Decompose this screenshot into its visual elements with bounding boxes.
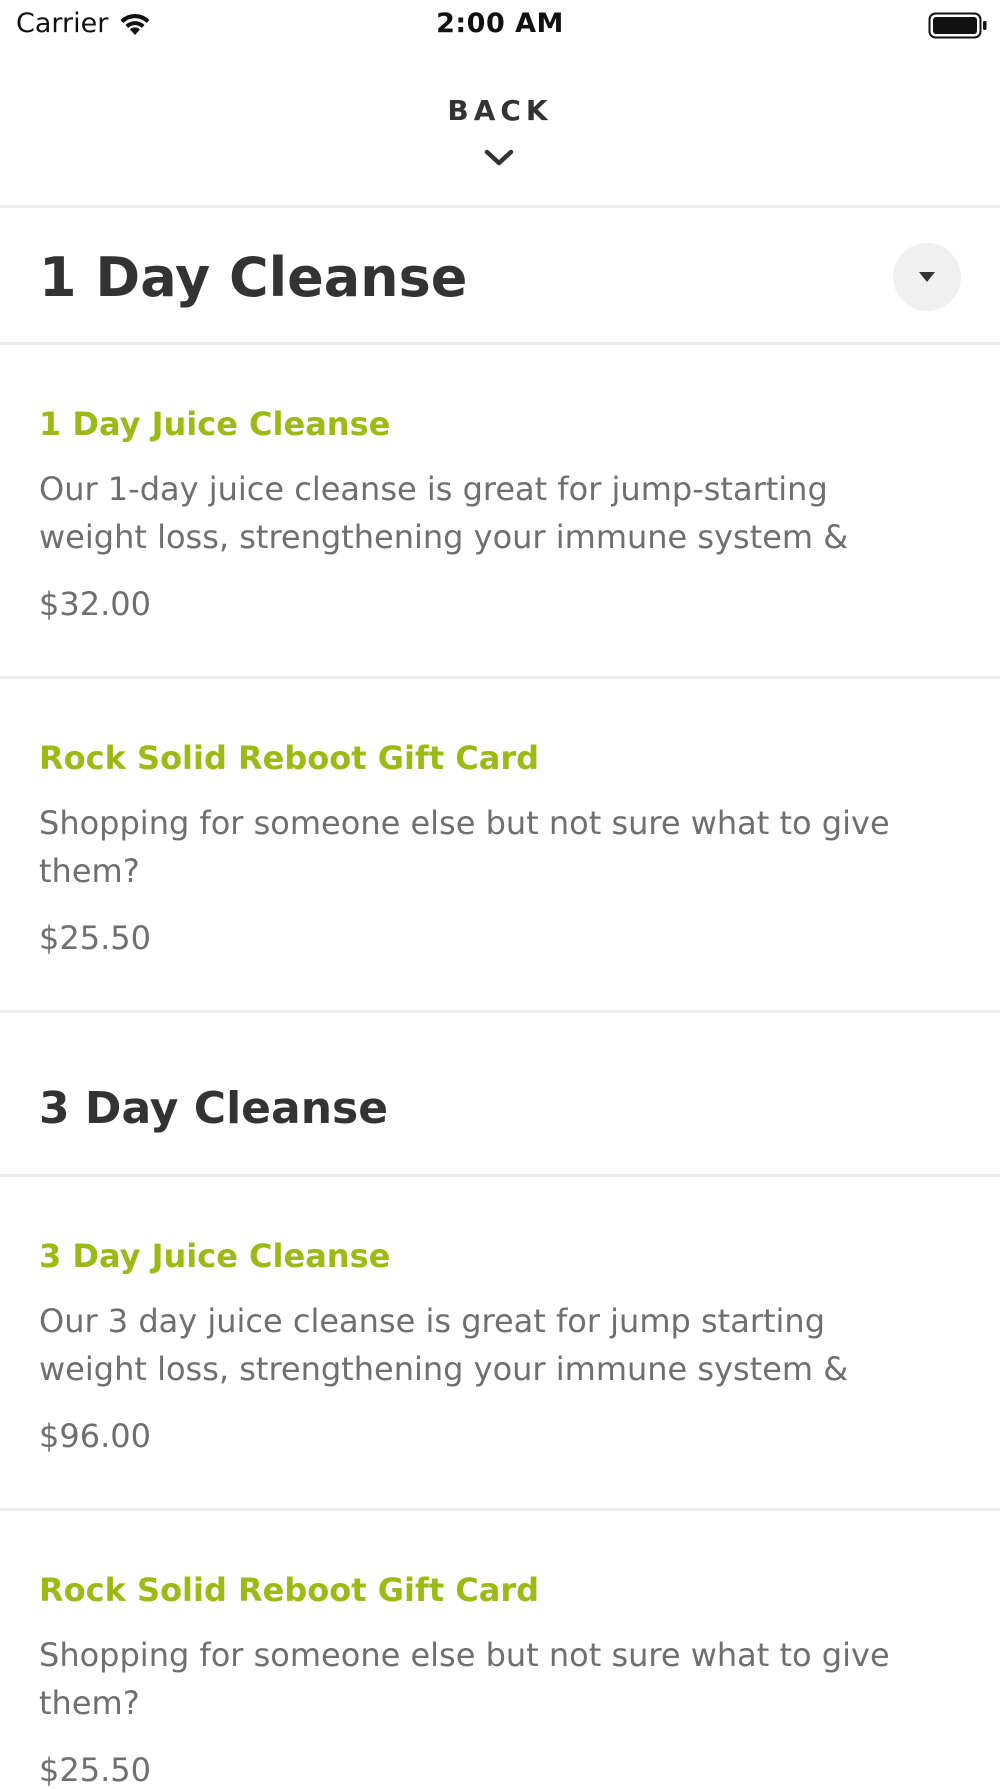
product-price: $96.00 <box>39 1417 151 1455</box>
product-price: $25.50 <box>39 919 151 957</box>
product-price: $25.50 <box>39 1751 151 1789</box>
back-button[interactable]: BACK <box>0 52 1000 208</box>
section-header: 1 Day Cleanse <box>0 208 1000 345</box>
section-dropdown-button[interactable] <box>893 243 961 311</box>
status-time: 2:00 AM <box>436 8 564 39</box>
product-name: 1 Day Juice Cleanse <box>39 405 391 443</box>
status-bar: Carrier 2:00 AM <box>0 0 1000 52</box>
product-price: $32.00 <box>39 585 151 623</box>
section-header: 3 Day Cleanse <box>0 1013 1000 1177</box>
section-title: 3 Day Cleanse <box>39 1083 389 1134</box>
product-description: Shopping for someone else but not sure w… <box>39 1636 890 1722</box>
product-description: Shopping for someone else but not sure w… <box>39 804 890 890</box>
product-name: Rock Solid Reboot Gift Card <box>39 739 540 777</box>
battery-icon <box>928 12 987 39</box>
product-item[interactable]: Rock Solid Reboot Gift Card Shopping for… <box>0 1511 1000 1789</box>
caret-down-icon <box>919 272 935 282</box>
product-description: Our 3 day juice cleanse is great for jum… <box>39 1302 849 1388</box>
product-name: Rock Solid Reboot Gift Card <box>39 1571 540 1609</box>
product-item[interactable]: Rock Solid Reboot Gift Card Shopping for… <box>0 679 1000 1013</box>
product-name: 3 Day Juice Cleanse <box>39 1237 391 1275</box>
product-item[interactable]: 3 Day Juice Cleanse Our 3 day juice clea… <box>0 1177 1000 1511</box>
product-item[interactable]: 1 Day Juice Cleanse Our 1-day juice clea… <box>0 345 1000 679</box>
product-description: Our 1-day juice cleanse is great for jum… <box>39 470 849 556</box>
back-label: BACK <box>447 94 553 127</box>
section-title: 1 Day Cleanse <box>39 246 468 309</box>
chevron-down-icon <box>484 149 514 166</box>
